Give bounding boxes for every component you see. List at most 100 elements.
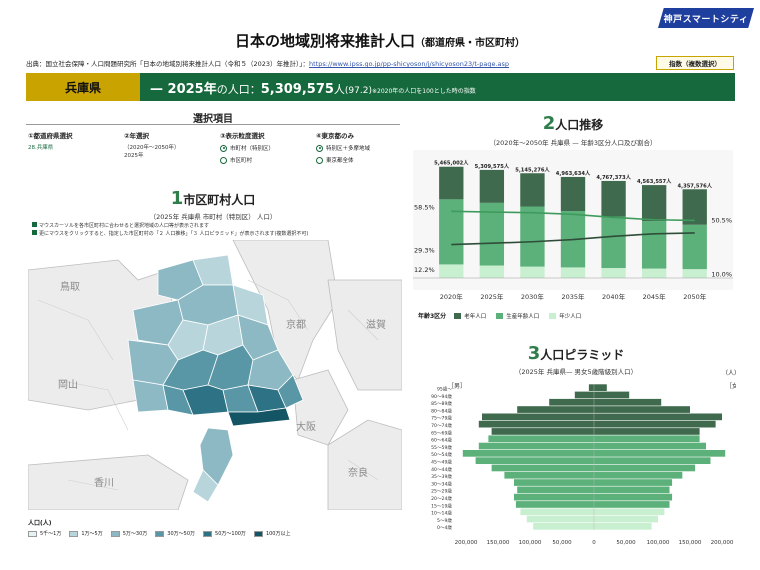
- pyramid-bar-male[interactable]: [588, 384, 594, 391]
- pyramid-bar-female[interactable]: [594, 442, 706, 450]
- x-tick-label: 2035年: [561, 292, 585, 301]
- year-select[interactable]: ②年選択 （2020年～2050年） 2025年: [124, 130, 180, 159]
- pyramid-bar-male[interactable]: [520, 508, 594, 516]
- pyramid-age-label: 75～79歳: [431, 415, 452, 422]
- bar-young[interactable]: [520, 266, 545, 278]
- pyramid-age-label: 20～24歳: [431, 495, 452, 502]
- radio-granularity-municipality[interactable]: 市町村（特別区）: [220, 144, 274, 152]
- bar-productive[interactable]: [682, 224, 707, 270]
- pyramid-bar-female[interactable]: [594, 450, 726, 457]
- x-tick-label: 2020年: [440, 292, 464, 301]
- pyramid-bar-female[interactable]: [594, 457, 711, 464]
- radio-granularity-city-ward[interactable]: 市区町村: [220, 156, 274, 164]
- pyramid-bar-female[interactable]: [594, 428, 700, 435]
- pyramid-bar-male[interactable]: [526, 515, 594, 523]
- municipality-map[interactable]: 鳥取 岡山 京都 滋賀 大阪 香川 奈良: [28, 240, 402, 510]
- pyramid-bar-male[interactable]: [514, 493, 594, 501]
- tokyo-select: ④東京都のみ 特別区＋多摩地域 東京都全体: [316, 132, 371, 164]
- pyramid-bar-male[interactable]: [491, 428, 594, 435]
- pyramid-bar-female[interactable]: [594, 523, 652, 530]
- pyramid-bar-male[interactable]: [478, 420, 594, 428]
- age-group-legend: 年齢3区分 老年人口 生産年齢人口 年少人口: [418, 312, 582, 320]
- legend-swatch: [28, 530, 37, 537]
- pyramid-bar-female[interactable]: [594, 493, 673, 501]
- pyramid-bar-female[interactable]: [594, 486, 670, 494]
- ratio-label-young-start: 12.2%: [414, 266, 435, 274]
- bar-old[interactable]: [479, 169, 505, 203]
- pyramid-bar-male[interactable]: [549, 398, 594, 406]
- bar-old[interactable]: [520, 173, 545, 207]
- pyramid-bar-female[interactable]: [594, 406, 690, 413]
- bar-total-label: 5,465,002人: [434, 160, 469, 167]
- bar-old[interactable]: [682, 189, 707, 225]
- radio-tokyo-wards-tama[interactable]: 特別区＋多摩地域: [316, 144, 370, 152]
- legend-label: 5千～1万: [40, 531, 62, 537]
- pyramid-bar-male[interactable]: [491, 464, 594, 472]
- legend-swatch: [110, 530, 120, 537]
- pyramid-bar-male[interactable]: [517, 486, 594, 494]
- pyramid-bar-female[interactable]: [594, 508, 665, 516]
- pyramid-bar-male[interactable]: [514, 479, 594, 486]
- radio-dot: [220, 144, 227, 152]
- bar-old[interactable]: [641, 185, 667, 222]
- bar-productive[interactable]: [641, 221, 667, 269]
- source-link[interactable]: https://www.ipss.go.jp/pp-shicyoson/j/sh…: [309, 60, 509, 68]
- kobe-smartcity-logo: 神戸スマートシティ: [658, 8, 754, 28]
- pyramid-age-label: 15～19歳: [431, 502, 452, 509]
- bar-young[interactable]: [439, 264, 464, 278]
- pyramid-bar-male[interactable]: [475, 457, 594, 464]
- population-summary: — 2025年の人口：5,309,575人(97.2)※2020年の人口を100…: [150, 81, 476, 97]
- bar-old[interactable]: [601, 180, 626, 217]
- bar-productive[interactable]: [520, 206, 545, 267]
- bar-old[interactable]: [560, 176, 586, 212]
- prefecture-select-value[interactable]: 28.兵庫県: [28, 143, 73, 151]
- pyramid-bar-female[interactable]: [594, 420, 716, 428]
- pyramid-bar-female[interactable]: [594, 515, 658, 523]
- map-label-kyoto: 京都: [286, 318, 306, 331]
- pyramid-bar-male[interactable]: [533, 523, 594, 530]
- legend-label: 50万～100万: [215, 531, 246, 537]
- radio-dot: [316, 144, 323, 152]
- age-legend-item: 年少人口: [549, 312, 581, 320]
- pyramid-bar-male[interactable]: [482, 413, 594, 421]
- pyramid-bar-female[interactable]: [594, 413, 722, 421]
- bar-productive[interactable]: [601, 216, 626, 269]
- prefecture-select[interactable]: ①都道府県選択 28.兵庫県: [28, 130, 73, 151]
- pyramid-bar-male[interactable]: [574, 391, 594, 399]
- map-legend-item: 50万～100万: [203, 530, 246, 537]
- pyramid-bar-female[interactable]: [594, 464, 696, 472]
- section2-subtitle: （2020年～2050年 兵庫県 — 年齢3区分人口及び割合）: [489, 139, 657, 147]
- pyramid-age-label: 80～84歳: [431, 407, 452, 414]
- index-multi-select-button[interactable]: 指数（複数選択）: [656, 56, 734, 70]
- ratio-label-productive-start: 58.5%: [414, 203, 435, 211]
- radio-tokyo-all[interactable]: 東京都全体: [316, 156, 370, 164]
- pyramid-bar-male[interactable]: [488, 435, 594, 443]
- pyramid-bar-female[interactable]: [594, 435, 700, 443]
- bar-young[interactable]: [641, 268, 667, 278]
- pyramid-bar-male[interactable]: [515, 501, 594, 508]
- pyramid-x-tick: 150,000: [487, 540, 510, 546]
- pyramid-bar-male[interactable]: [462, 450, 594, 457]
- pyramid-bar-female[interactable]: [594, 391, 630, 399]
- pyramid-bar-male[interactable]: [478, 442, 594, 450]
- pyramid-bar-female[interactable]: [594, 398, 662, 406]
- bar-young[interactable]: [682, 269, 707, 278]
- ratio-label-young-end: 10.0%: [711, 271, 732, 279]
- pyramid-bar-male[interactable]: [517, 406, 594, 413]
- pyramid-bar-female[interactable]: [594, 471, 683, 479]
- year-select-value[interactable]: 2025年: [124, 151, 180, 159]
- legend-label: 5万～30万: [122, 531, 148, 537]
- legend-swatch: [203, 530, 213, 537]
- bar-young[interactable]: [479, 265, 505, 278]
- map-legend-item: 30万～50万: [155, 530, 195, 537]
- pyramid-bar-female[interactable]: [594, 479, 673, 486]
- pyramid-bar-female[interactable]: [594, 384, 607, 391]
- pyramid-bar-male[interactable]: [504, 471, 594, 479]
- pyramid-bar-female[interactable]: [594, 501, 670, 508]
- bar-young[interactable]: [560, 267, 586, 278]
- bar-young[interactable]: [601, 268, 626, 278]
- bar-productive[interactable]: [439, 199, 464, 265]
- bar-old[interactable]: [439, 166, 464, 200]
- population-trend-chart[interactable]: 5,465,002人 2020年 5,309,575人 2025年 5,145,276人…: [413, 150, 733, 305]
- population-pyramid-chart[interactable]: ［男］［女］0～4歳5～9歳10～14歳15～19歳20～24歳25～29歳30…: [416, 378, 736, 548]
